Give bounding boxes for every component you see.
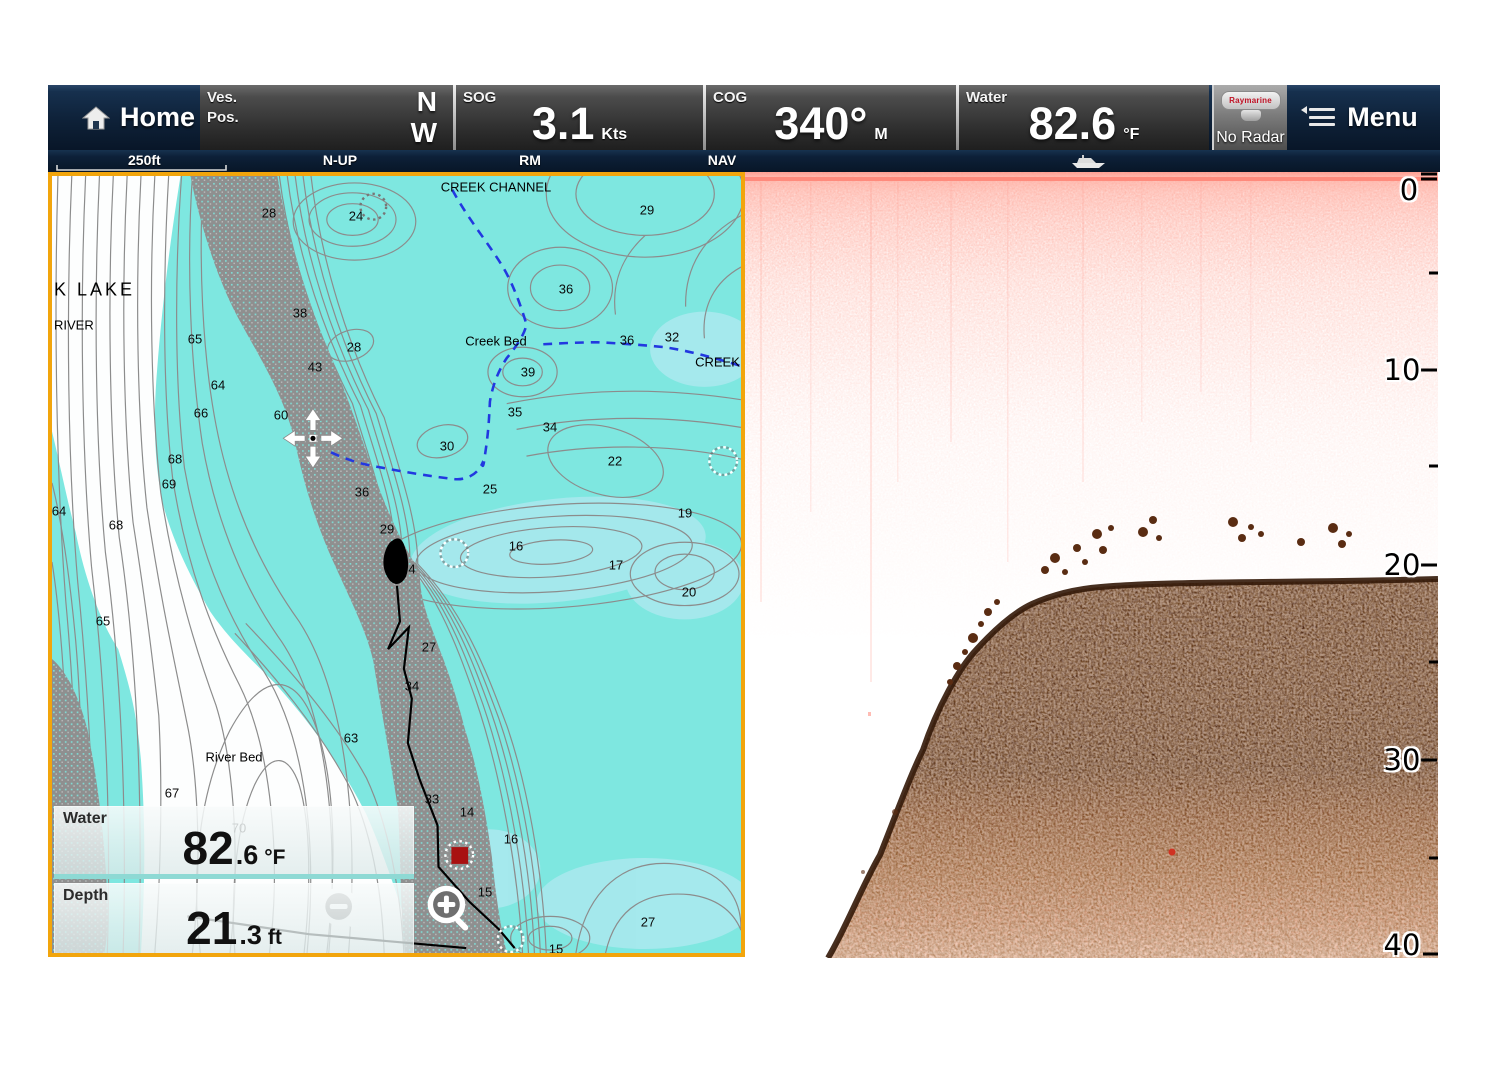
home-button[interactable]: Home xyxy=(48,85,200,150)
depth-sounding-label: 30 xyxy=(440,439,454,454)
sonar-depth-label: 0 xyxy=(1400,173,1418,207)
depth-sounding-label: 24 xyxy=(349,209,363,224)
vespos-value-n: N xyxy=(411,86,437,117)
databox-water-temp[interactable]: Water 82.6 °F xyxy=(959,85,1209,150)
motion-mode-label: RM xyxy=(519,152,541,168)
water-unit: °F xyxy=(1123,126,1139,144)
depth-sounding-label: 29 xyxy=(640,203,654,218)
cog-unit: M xyxy=(874,126,887,144)
depth-overlay[interactable]: Depth 21 .3 ft xyxy=(54,883,414,957)
water-overlay-value: 82 xyxy=(183,825,234,871)
depth-sounding-label: 39 xyxy=(521,365,535,380)
depth-sounding-label: 16 xyxy=(504,832,518,847)
chart-status-bar: 250ft N-UP RM NAV xyxy=(48,150,1440,172)
depth-sounding-label: 69 xyxy=(162,477,176,492)
overlay-accent-strip xyxy=(54,874,414,879)
depth-sounding-label: 17 xyxy=(609,558,623,573)
depth-sounding-label: 66 xyxy=(194,406,208,421)
depth-sounding-label: 60 xyxy=(274,408,288,423)
depth-sounding-label: 64 xyxy=(52,504,66,519)
downvision-sonar-panel[interactable]: 0 10 20 30 40 xyxy=(745,172,1438,958)
raymarine-brand-label: Raymarine xyxy=(1229,96,1272,105)
overlay-accent-strip xyxy=(54,954,414,957)
water-overlay-decimal: .6 xyxy=(236,840,259,871)
depth-sounding-label: 34 xyxy=(543,420,557,435)
sog-unit: Kts xyxy=(601,126,627,144)
depth-sounding-label: 36 xyxy=(620,333,634,348)
depth-sounding-label: 65 xyxy=(96,614,110,629)
vespos-value-w: W xyxy=(411,117,437,148)
depth-sounding-label: 27 xyxy=(422,640,436,655)
sonar-depth-label: 30 xyxy=(1384,743,1421,777)
vespos-label-1: Ves. xyxy=(207,89,237,106)
depth-sounding-label: 32 xyxy=(665,330,679,345)
vespos-label-2: Pos. xyxy=(207,109,239,126)
depth-sounding-label: 14 xyxy=(460,805,474,820)
databox-vessel-position[interactable]: Ves. Pos. N W xyxy=(200,85,453,150)
water-temp-overlay[interactable]: Water 82 .6 °F xyxy=(54,806,414,879)
sog-value: 3.1 xyxy=(532,101,595,146)
depth-sounding-label: 63 xyxy=(344,731,358,746)
depth-overlay-decimal: .3 xyxy=(239,920,262,951)
depth-sounding-label: 35 xyxy=(508,405,522,420)
mfd-screen: Home Ves. Pos. N W SOG 3.1 Kts COG 340° xyxy=(0,0,1500,1071)
depth-sounding-label: 27 xyxy=(641,915,655,930)
menu-button[interactable]: Menu xyxy=(1287,85,1440,150)
depth-sounding-label: 38 xyxy=(293,306,307,321)
range-scale-bracket xyxy=(56,164,228,172)
sonar-depth-label: 40 xyxy=(1384,928,1421,958)
depth-sounding-label: 67 xyxy=(165,786,179,801)
water-value: 82.6 xyxy=(1029,101,1117,146)
depth-sounding-label: 22 xyxy=(608,454,622,469)
depth-sounding-label: 33 xyxy=(425,792,439,807)
depth-overlay-unit: ft xyxy=(268,926,282,950)
radome-icon: Raymarine xyxy=(1221,91,1281,110)
sonar-depth-scale: 0 10 20 30 40 xyxy=(745,172,1438,958)
sonar-depth-label: 20 xyxy=(1384,548,1421,582)
depth-sounding-label: 15 xyxy=(478,885,492,900)
depth-sounding-label: 4 xyxy=(408,562,415,577)
top-header-bar: Home Ves. Pos. N W SOG 3.1 Kts COG 340° xyxy=(48,85,1440,150)
depth-sounding-label: 64 xyxy=(211,378,225,393)
radar-status-box[interactable]: Raymarine No Radar xyxy=(1212,85,1287,150)
depth-sounding-label: 34 xyxy=(405,679,419,694)
radar-status-text: No Radar xyxy=(1214,129,1287,147)
orientation-mode-label: N-UP xyxy=(323,152,357,168)
vespos-value: N W xyxy=(411,86,437,148)
depth-sounding-label: 28 xyxy=(262,206,276,221)
menu-icon xyxy=(1309,108,1335,128)
vessel-status-icon xyxy=(1070,154,1108,169)
depth-overlay-value: 21 xyxy=(186,905,237,951)
depth-sounding-label: 65 xyxy=(188,332,202,347)
home-icon xyxy=(82,106,110,130)
databox-sog[interactable]: SOG 3.1 Kts xyxy=(456,85,703,150)
databox-cog[interactable]: COG 340° M xyxy=(706,85,956,150)
depth-sounding-label: 28 xyxy=(347,340,361,355)
cog-value: 340° xyxy=(774,101,867,146)
depth-overlay-label: Depth xyxy=(63,887,108,905)
nav-mode-label: NAV xyxy=(708,152,737,168)
depth-sounding-label: 36 xyxy=(559,282,573,297)
radome-base-icon xyxy=(1241,110,1261,121)
depth-sounding-label: 43 xyxy=(308,360,322,375)
depth-sounding-label: 25 xyxy=(483,482,497,497)
depth-sounding-label: 68 xyxy=(168,452,182,467)
depth-sounding-label: 19 xyxy=(678,506,692,521)
sonar-depth-label: 10 xyxy=(1384,353,1421,387)
chart-panel[interactable]: CREEK CHANNELK LAKERIVERCreek BedCREEK C… xyxy=(48,172,745,957)
home-label: Home xyxy=(120,104,195,131)
water-overlay-unit: °F xyxy=(264,846,285,870)
depth-sounding-label: 68 xyxy=(109,518,123,533)
depth-sounding-label: 15 xyxy=(549,942,563,957)
depth-sounding-label: 16 xyxy=(509,539,523,554)
depth-sounding-label: 36 xyxy=(355,485,369,500)
depth-sounding-label: 20 xyxy=(682,585,696,600)
menu-label: Menu xyxy=(1347,104,1418,131)
depth-sounding-label: 29 xyxy=(380,522,394,537)
